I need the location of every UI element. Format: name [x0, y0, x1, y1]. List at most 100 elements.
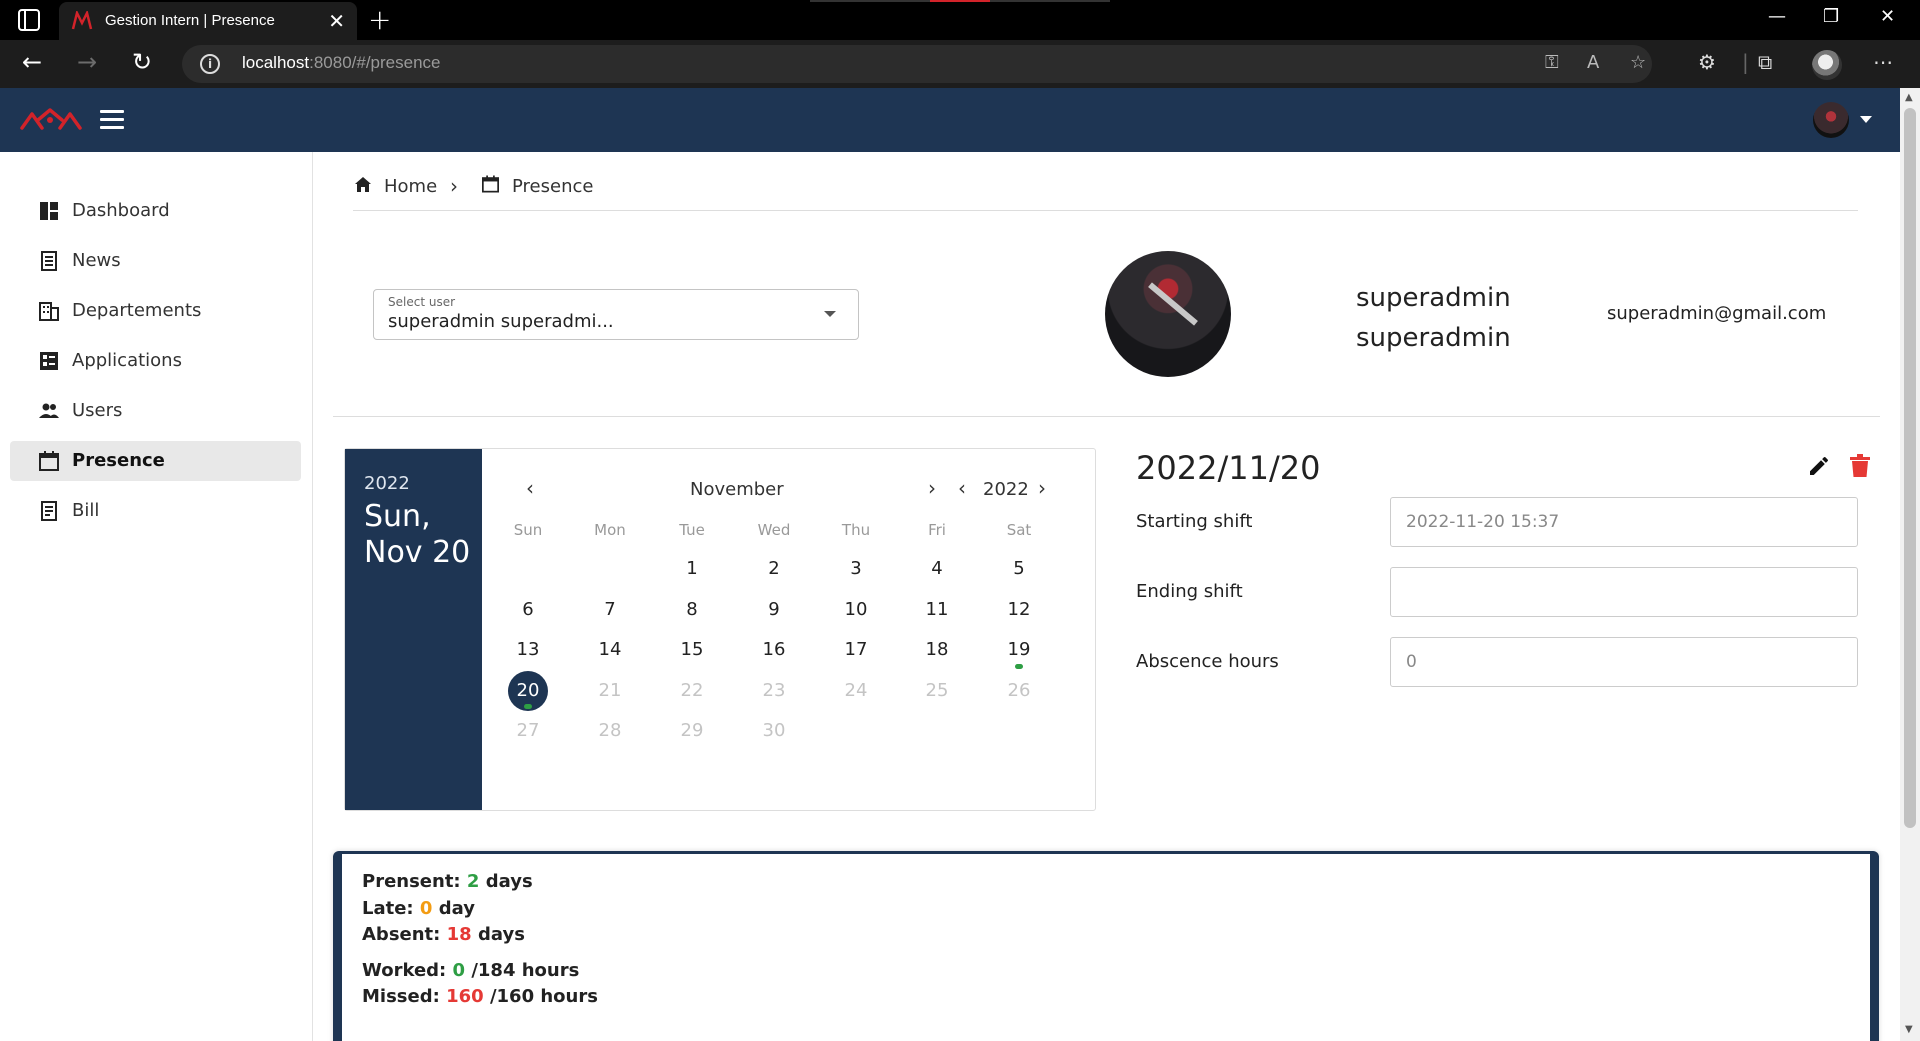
tab-close-icon[interactable]: ✕ [328, 9, 345, 33]
calendar-day: 22 [680, 679, 704, 701]
sidebar-item-news[interactable]: News [10, 241, 301, 281]
calendar-day[interactable]: 9 [754, 590, 794, 630]
section-divider [333, 416, 1880, 417]
site-info-icon[interactable]: i [200, 54, 220, 74]
sidebar-item-label: Applications [72, 350, 182, 371]
absence-hours-input[interactable]: 0 [1390, 637, 1858, 687]
prev-month-icon[interactable]: ‹ [526, 476, 534, 500]
user-last-name: superadmin [1356, 323, 1511, 353]
calendar-day[interactable]: 16 [754, 630, 794, 670]
calendar-year[interactable]: 2022 [983, 479, 1029, 500]
calendar-day[interactable]: 11 [917, 590, 957, 630]
calendar-day[interactable]: 13 [508, 630, 548, 670]
key-icon[interactable]: ⚿ [1545, 52, 1559, 73]
sidebar-item-dashboard[interactable]: Dashboard [10, 191, 301, 231]
app-logo[interactable] [20, 106, 82, 132]
breadcrumb-current: Presence [512, 176, 594, 197]
page-scrollbar[interactable]: ▲ ▼ [1900, 88, 1920, 1041]
calendar-day[interactable]: 12 [999, 590, 1039, 630]
date-picker-year[interactable]: 2022 [364, 473, 410, 494]
breadcrumb-chevron-icon: › [450, 174, 458, 198]
calendar-day: 24 [844, 679, 868, 701]
calendar-day[interactable]: 3 [836, 549, 876, 589]
calendar-day[interactable]: 1 [672, 549, 712, 589]
favorite-add-icon[interactable]: ☆ [1630, 52, 1646, 73]
delete-icon[interactable] [1849, 454, 1871, 478]
breadcrumb-home[interactable]: Home [384, 176, 437, 197]
sidebar-item-applications[interactable]: Applications [10, 341, 301, 381]
prev-year-icon[interactable]: ‹ [958, 476, 966, 500]
calendar-day: 26 [1007, 679, 1031, 701]
starting-shift-label: Starting shift [1136, 511, 1253, 532]
scrollbar-thumb[interactable] [1904, 108, 1916, 828]
read-aloud-icon[interactable]: A [1587, 52, 1599, 73]
stat-missed: Missed: 160 /160 hours [362, 986, 598, 1007]
minimize-icon[interactable]: — [1768, 6, 1786, 27]
browser-tab[interactable]: Gestion Intern | Presence ✕ [59, 2, 357, 40]
starting-shift-input[interactable]: 2022-11-20 15:37 [1390, 497, 1858, 547]
url-field[interactable]: i localhost:8080/#/presence ⚿ A ☆ [182, 45, 1652, 83]
calendar-day[interactable]: 8 [672, 590, 712, 630]
forward-icon[interactable]: → [77, 48, 97, 76]
calendar-day[interactable]: 5 [999, 549, 1039, 589]
calendar-icon [482, 175, 499, 193]
sidebar-item-departements[interactable]: Departements [10, 291, 301, 331]
browser-sidebar-icon[interactable] [18, 9, 40, 31]
weekday-header: Fri [928, 521, 946, 539]
calendar-day[interactable]: 19 [999, 630, 1039, 670]
sidebar-item-bill[interactable]: Bill [10, 491, 301, 531]
calendar-day-selected[interactable]: 20 [508, 670, 548, 711]
restore-icon[interactable]: ❐ [1823, 6, 1839, 27]
extensions-icon[interactable]: ⚙ [1698, 50, 1716, 74]
sidebar-item-label: News [72, 250, 121, 271]
calendar-day[interactable]: 6 [508, 590, 548, 630]
ending-shift-input[interactable] [1390, 567, 1858, 617]
calendar-day[interactable]: 17 [836, 630, 876, 670]
calendar-day: 28 [598, 720, 622, 741]
calendar-day[interactable]: 18 [917, 630, 957, 670]
reload-icon[interactable]: ↻ [132, 48, 152, 76]
presence-summary-card: Prensent: 2 days Late: 0 day Absent: 18 … [333, 851, 1879, 1041]
sidebar-item-presence[interactable]: Presence [10, 441, 301, 481]
edit-icon[interactable] [1807, 454, 1831, 478]
chevron-down-icon [824, 311, 836, 317]
calendar-day[interactable]: 10 [836, 590, 876, 630]
collections-icon[interactable]: ⧉ [1758, 50, 1772, 74]
window-close-icon[interactable]: ✕ [1880, 6, 1895, 27]
stat-absent-value: 18 [446, 924, 472, 945]
calendar-month[interactable]: November [690, 479, 784, 500]
tab-strip-accent [810, 0, 1110, 2]
scroll-down-icon[interactable]: ▼ [1905, 1024, 1913, 1035]
calendar-day[interactable]: 7 [590, 590, 630, 630]
calendar-day[interactable]: 4 [917, 549, 957, 589]
calendar-day[interactable]: 2 [754, 549, 794, 589]
next-year-icon[interactable]: › [1038, 476, 1046, 500]
sidebar-item-users[interactable]: Users [10, 391, 301, 431]
stat-missed-value: 160 [446, 986, 484, 1007]
scroll-up-icon[interactable]: ▲ [1905, 92, 1913, 103]
next-month-icon[interactable]: › [928, 476, 936, 500]
new-tab-icon[interactable]: + [368, 3, 391, 36]
user-menu-caret-icon[interactable] [1860, 116, 1872, 123]
weekday-header: Sat [1006, 521, 1032, 539]
calendar-day[interactable]: 14 [590, 630, 630, 670]
weekday-header: Thu [841, 521, 871, 539]
menu-toggle-icon[interactable] [100, 110, 124, 130]
detail-date: 2022/11/20 [1136, 449, 1321, 487]
calendar-icon [39, 451, 59, 471]
browser-profile-avatar[interactable] [1812, 50, 1842, 80]
calendar-day: 23 [762, 679, 786, 701]
calendar-day: 21 [598, 679, 622, 701]
sidebar-item-label: Dashboard [72, 200, 170, 221]
sidebar-item-label: Presence [72, 450, 165, 471]
calendar-day: 27 [516, 720, 540, 741]
bill-icon [41, 501, 57, 521]
calendar-day[interactable]: 15 [672, 630, 712, 670]
date-picker-header: 2022 Sun, Nov 20 [345, 449, 482, 810]
stat-present: Prensent: 2 days [362, 871, 533, 892]
browser-tab-bar: Gestion Intern | Presence ✕ + — ❐ ✕ [0, 0, 1920, 40]
browser-menu-icon[interactable]: ⋯ [1873, 50, 1893, 74]
header-user-avatar[interactable] [1813, 102, 1849, 138]
back-icon[interactable]: ← [22, 48, 42, 76]
user-select[interactable]: Select user superadmin superadmi... [373, 289, 859, 340]
